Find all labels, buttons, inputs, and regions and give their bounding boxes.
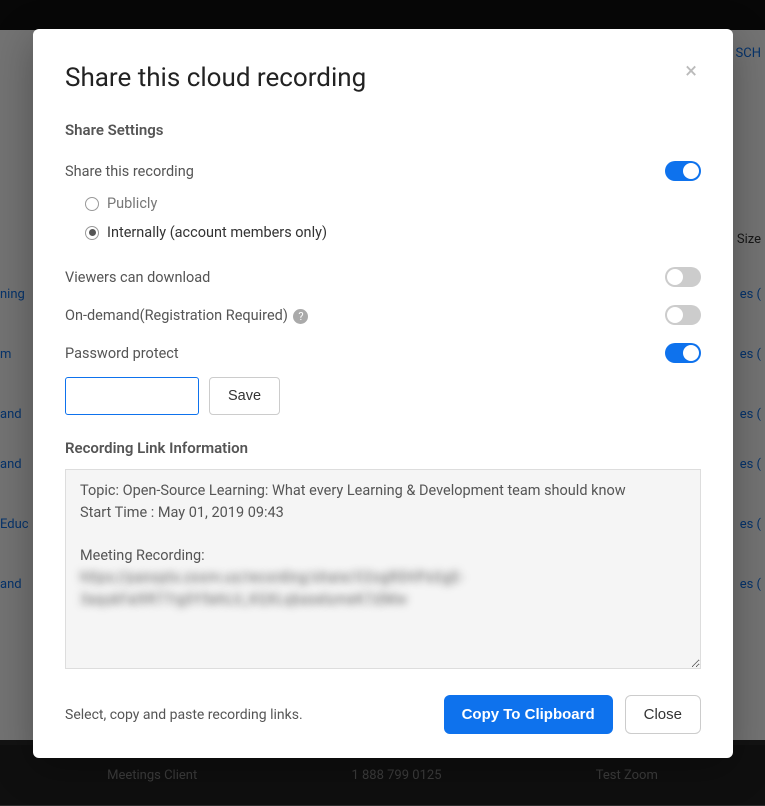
recording-url-obscured-2: 3aqukFai9R77rg0Y5ehL0_XQXLqbaselumeK7zlM… — [80, 591, 407, 608]
save-password-button[interactable]: Save — [209, 377, 280, 415]
modal-title: Share this cloud recording — [65, 63, 366, 93]
viewers-download-toggle[interactable] — [665, 267, 701, 287]
password-input[interactable] — [65, 377, 199, 415]
close-icon[interactable]: × — [681, 57, 701, 87]
copy-to-clipboard-button[interactable]: Copy To Clipboard — [444, 695, 613, 734]
on-demand-label: On-demand(Registration Required) ? — [65, 307, 308, 324]
share-this-recording-toggle[interactable] — [665, 161, 701, 181]
radio-icon — [85, 226, 99, 240]
recording-url-obscured-1: https://panopto.zoom.us/recording/share/… — [80, 569, 463, 586]
share-recording-modal: Share this cloud recording × Share Setti… — [33, 29, 733, 758]
share-internally-label: Internally (account members only) — [107, 224, 327, 241]
help-icon[interactable]: ? — [293, 309, 308, 324]
password-protect-toggle[interactable] — [665, 343, 701, 363]
password-protect-label: Password protect — [65, 345, 179, 362]
share-publicly-label: Publicly — [107, 195, 157, 212]
share-internally-radio[interactable]: Internally (account members only) — [85, 224, 701, 241]
close-button[interactable]: Close — [625, 695, 701, 734]
footer-hint: Select, copy and paste recording links. — [65, 707, 303, 723]
recording-link-info-heading: Recording Link Information — [65, 439, 701, 457]
on-demand-toggle[interactable] — [665, 305, 701, 325]
recording-link-textarea[interactable]: Topic: Open-Source Learning: What every … — [65, 469, 701, 669]
radio-icon — [85, 197, 99, 211]
recording-link-text: Topic: Open-Source Learning: What every … — [80, 482, 626, 564]
viewers-download-label: Viewers can download — [65, 269, 210, 286]
share-settings-heading: Share Settings — [65, 121, 701, 139]
share-this-recording-label: Share this recording — [65, 163, 194, 180]
share-publicly-radio[interactable]: Publicly — [85, 195, 701, 212]
